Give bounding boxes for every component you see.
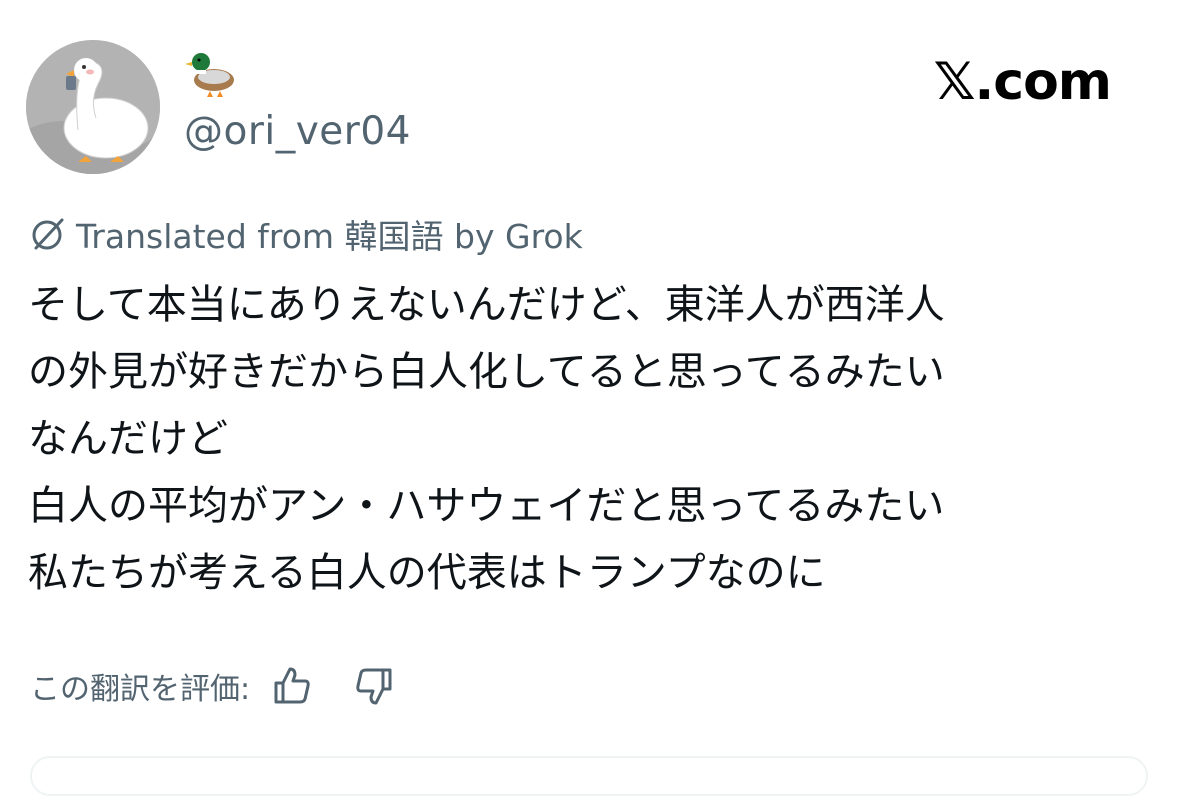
thumbs-down-button[interactable] [348,660,400,712]
avatar[interactable] [26,40,160,174]
rate-translation-label: この翻訳を評価: [30,672,251,707]
tweet-line: なんだけど [28,416,228,462]
tweet-line: 白人の平均がアン・ハサウェイだと思ってるみたい [28,483,945,529]
white-goose-avatar-icon [26,40,160,174]
translation-label: Translated from 韓国語 by Grok [76,217,583,256]
brand-logo: 𝕏.com [933,52,1112,112]
thumbs-up-icon [274,667,310,704]
tweet-line: 私たちが考える白人の代表はトランプなのに [28,550,826,596]
user-handle[interactable]: @ori_ver04 [184,108,411,156]
thumbs-down-icon [356,668,392,705]
thumbs-up-button[interactable] [266,660,318,712]
quoted-card-edge[interactable] [30,756,1148,796]
grok-icon [28,214,68,254]
duck-emoji-name [184,44,244,104]
translation-notice: Translated from 韓国語 by Grok [28,210,583,258]
tweet-line: の外見が好きだから白人化してると思ってるみたい [28,349,945,395]
rate-translation-row: この翻訳を評価: [30,660,400,712]
tweet-line: そして本当にありえないんだけど、東洋人が西洋人 [28,282,945,328]
tweet-text: そして本当にありえないんだけど、東洋人が西洋人 の外見が好きだから白人化してると… [28,272,1138,607]
duck-icon [185,53,234,97]
